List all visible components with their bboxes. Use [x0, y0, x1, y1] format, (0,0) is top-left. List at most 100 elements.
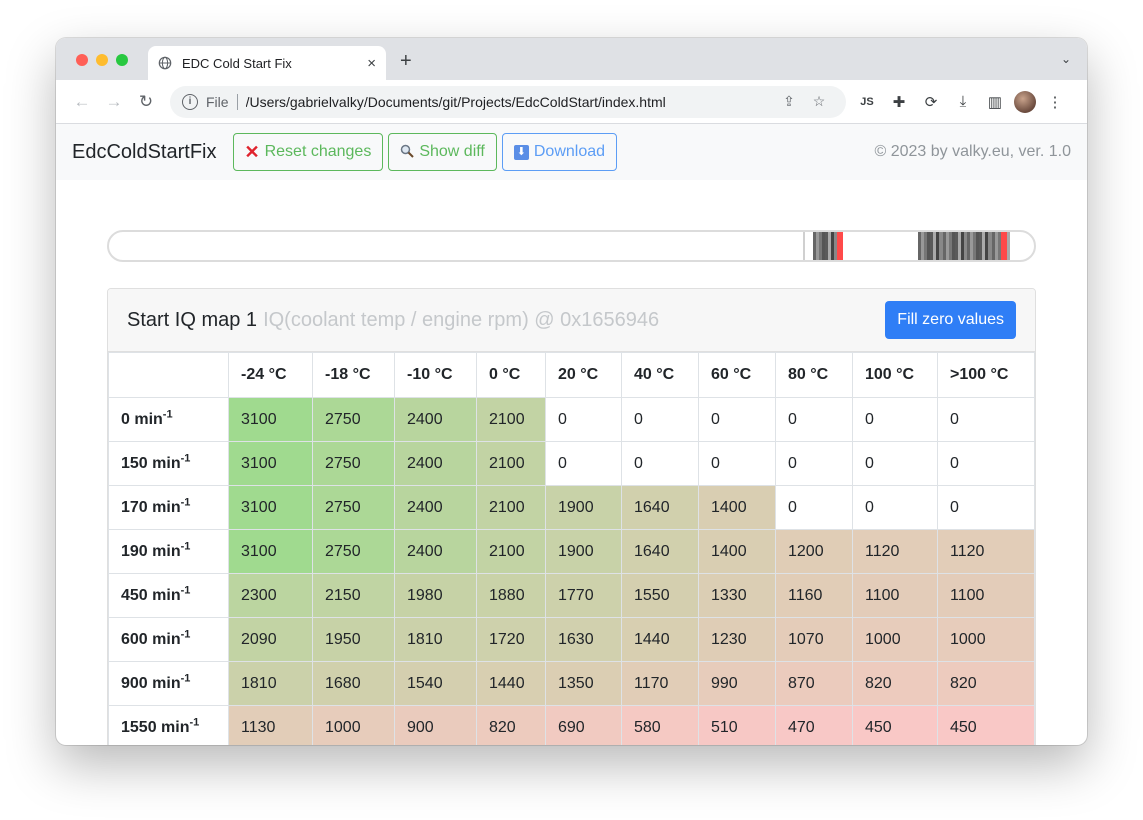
iq-value-cell[interactable]: 870 — [775, 661, 853, 706]
iq-value-cell[interactable]: 3100 — [228, 529, 313, 574]
iq-value-cell[interactable]: 820 — [476, 705, 546, 745]
iq-value-cell[interactable]: 1540 — [394, 661, 477, 706]
show-diff-button[interactable]: Show diff — [388, 133, 497, 171]
tab-search-icon[interactable]: ⌄ — [1061, 52, 1071, 66]
iq-value-cell[interactable]: 1000 — [937, 617, 1035, 662]
maximize-window-button[interactable] — [116, 54, 128, 66]
profile-avatar[interactable] — [1014, 90, 1036, 113]
iq-value-cell[interactable]: 0 — [621, 441, 699, 486]
reset-changes-button[interactable]: ✕ Reset changes — [232, 133, 384, 171]
more-menu-icon[interactable]: ⋮ — [1042, 93, 1068, 111]
iq-value-cell[interactable]: 0 — [698, 397, 776, 442]
iq-value-cell[interactable]: 2100 — [476, 529, 546, 574]
iq-value-cell[interactable]: 1070 — [775, 617, 853, 662]
iq-value-cell[interactable]: 2750 — [312, 397, 395, 442]
iq-value-cell[interactable]: 1810 — [394, 617, 477, 662]
iq-value-cell[interactable]: 510 — [698, 705, 776, 745]
fill-zero-values-button[interactable]: Fill zero values — [885, 301, 1016, 339]
close-tab-icon[interactable]: × — [367, 55, 376, 72]
iq-value-cell[interactable]: 1100 — [852, 573, 938, 618]
iq-value-cell[interactable]: 2090 — [228, 617, 313, 662]
iq-value-cell[interactable]: 1900 — [545, 485, 622, 530]
iq-value-cell[interactable]: 3100 — [228, 441, 313, 486]
iq-value-cell[interactable]: 0 — [545, 441, 622, 486]
iq-value-cell[interactable]: 1950 — [312, 617, 395, 662]
iq-value-cell[interactable]: 1440 — [476, 661, 546, 706]
iq-value-cell[interactable]: 1330 — [698, 573, 776, 618]
iq-value-cell[interactable]: 1900 — [545, 529, 622, 574]
map-location-strip-2[interactable] — [918, 232, 1010, 260]
sync-extension-icon[interactable]: ⟳ — [918, 93, 944, 111]
iq-value-cell[interactable]: 1550 — [621, 573, 699, 618]
iq-value-cell[interactable]: 1200 — [775, 529, 853, 574]
iq-value-cell[interactable]: 2750 — [312, 441, 395, 486]
iq-value-cell[interactable]: 580 — [621, 705, 699, 745]
iq-value-cell[interactable]: 2400 — [394, 397, 477, 442]
side-panel-icon[interactable]: ▥ — [982, 93, 1008, 111]
iq-value-cell[interactable]: 0 — [937, 441, 1035, 486]
iq-value-cell[interactable]: 0 — [852, 441, 938, 486]
share-icon[interactable]: ⇪ — [774, 93, 804, 110]
iq-value-cell[interactable]: 1170 — [621, 661, 699, 706]
map-location-strip-1[interactable] — [813, 232, 843, 260]
iq-value-cell[interactable]: 1440 — [621, 617, 699, 662]
iq-value-cell[interactable]: 0 — [937, 485, 1035, 530]
iq-value-cell[interactable]: 0 — [545, 397, 622, 442]
iq-value-cell[interactable]: 1120 — [852, 529, 938, 574]
app-brand[interactable]: EdcColdStartFix — [72, 141, 217, 164]
iq-value-cell[interactable]: 0 — [937, 397, 1035, 442]
iq-value-cell[interactable]: 3100 — [228, 485, 313, 530]
iq-value-cell[interactable]: 3100 — [228, 397, 313, 442]
iq-value-cell[interactable]: 1120 — [937, 529, 1035, 574]
iq-value-cell[interactable]: 1160 — [775, 573, 853, 618]
iq-value-cell[interactable]: 470 — [775, 705, 853, 745]
site-info-icon[interactable]: i — [182, 93, 198, 110]
iq-value-cell[interactable]: 0 — [621, 397, 699, 442]
minimize-window-button[interactable] — [96, 54, 108, 66]
iq-value-cell[interactable]: 2150 — [312, 573, 395, 618]
iq-value-cell[interactable]: 1810 — [228, 661, 313, 706]
iq-value-cell[interactable]: 820 — [852, 661, 938, 706]
iq-value-cell[interactable]: 690 — [545, 705, 622, 745]
iq-value-cell[interactable]: 450 — [937, 705, 1035, 745]
iq-value-cell[interactable]: 1720 — [476, 617, 546, 662]
iq-value-cell[interactable]: 900 — [394, 705, 477, 745]
iq-value-cell[interactable]: 2400 — [394, 529, 477, 574]
bookmark-star-icon[interactable]: ☆ — [804, 93, 834, 110]
iq-value-cell[interactable]: 1630 — [545, 617, 622, 662]
iq-value-cell[interactable]: 1350 — [545, 661, 622, 706]
iq-value-cell[interactable]: 2750 — [312, 485, 395, 530]
iq-value-cell[interactable]: 0 — [852, 485, 938, 530]
close-window-button[interactable] — [76, 54, 88, 66]
downloads-icon[interactable]: ⤓ — [950, 93, 976, 110]
iq-value-cell[interactable]: 820 — [937, 661, 1035, 706]
back-icon[interactable]: ← — [66, 92, 98, 112]
iq-value-cell[interactable]: 0 — [698, 441, 776, 486]
download-button[interactable]: ⬇ Download — [501, 133, 618, 171]
iq-value-cell[interactable]: 2400 — [394, 485, 477, 530]
iq-value-cell[interactable]: 990 — [698, 661, 776, 706]
iq-value-cell[interactable]: 0 — [775, 441, 853, 486]
new-tab-button[interactable]: + — [400, 50, 412, 73]
forward-icon[interactable]: → — [98, 92, 130, 112]
iq-value-cell[interactable]: 1000 — [312, 705, 395, 745]
browser-tab[interactable]: EDC Cold Start Fix × — [148, 46, 386, 80]
iq-value-cell[interactable]: 1640 — [621, 485, 699, 530]
iq-value-cell[interactable]: 2100 — [476, 441, 546, 486]
iq-value-cell[interactable]: 2100 — [476, 397, 546, 442]
binary-overview-bar[interactable] — [107, 230, 1036, 262]
reload-icon[interactable]: ↻ — [130, 92, 162, 112]
iq-value-cell[interactable]: 0 — [852, 397, 938, 442]
iq-value-cell[interactable]: 1980 — [394, 573, 477, 618]
address-url[interactable]: /Users/gabrielvalky/Documents/git/Projec… — [246, 94, 774, 110]
iq-value-cell[interactable]: 1230 — [698, 617, 776, 662]
iq-value-cell[interactable]: 2400 — [394, 441, 477, 486]
iq-value-cell[interactable]: 1400 — [698, 485, 776, 530]
iq-value-cell[interactable]: 0 — [775, 485, 853, 530]
iq-value-cell[interactable]: 1100 — [937, 573, 1035, 618]
iq-value-cell[interactable]: 2300 — [228, 573, 313, 618]
address-bar[interactable]: i File /Users/gabrielvalky/Documents/git… — [170, 85, 846, 118]
iq-value-cell[interactable]: 2750 — [312, 529, 395, 574]
iq-value-cell[interactable]: 1770 — [545, 573, 622, 618]
js-extension-icon[interactable]: JS — [854, 96, 880, 108]
